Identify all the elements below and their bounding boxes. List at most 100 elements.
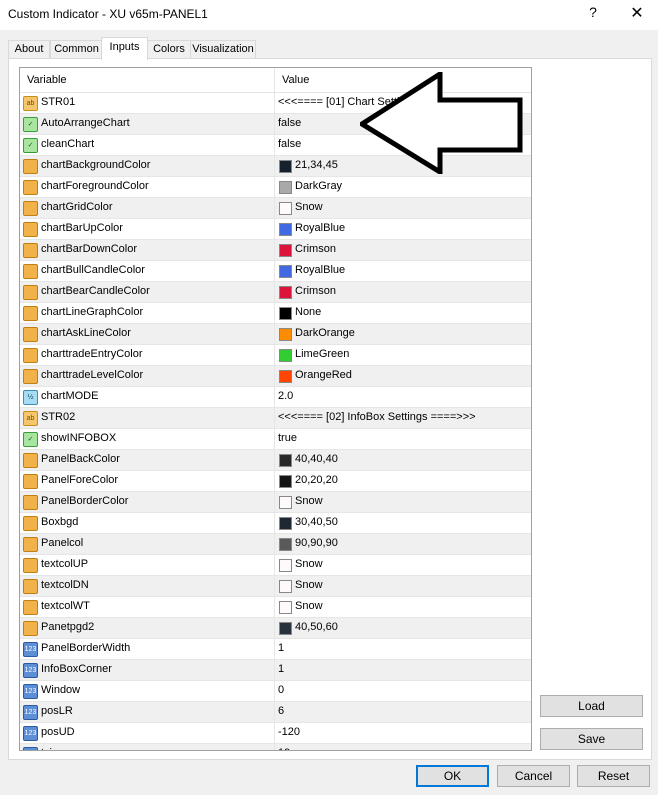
variable-value[interactable]: Snow (295, 201, 323, 213)
variable-value[interactable]: 0 (278, 684, 284, 696)
load-button[interactable]: Load (540, 695, 643, 717)
variable-value[interactable]: OrangeRed (295, 369, 352, 381)
table-row[interactable]: textcolUP Snow (20, 555, 531, 576)
color-swatch[interactable] (279, 580, 292, 593)
table-row[interactable]: chartBullCandleColor RoyalBlue (20, 261, 531, 282)
color-swatch[interactable] (279, 601, 292, 614)
table-row[interactable]: 123 Window 0 (20, 681, 531, 702)
color-swatch[interactable] (279, 622, 292, 635)
close-icon[interactable]: ✕ (628, 3, 646, 23)
variable-value[interactable]: 1 (278, 642, 284, 654)
table-row[interactable]: 123tsize 19 (20, 744, 531, 750)
table-row[interactable]: chartBearCandleColor Crimson (20, 282, 531, 303)
variable-value[interactable]: RoyalBlue (295, 222, 345, 234)
table-row[interactable]: charttradeEntryColor LimeGreen (20, 345, 531, 366)
variable-value[interactable]: <<<==== [02] InfoBox Settings ====>>> (278, 411, 476, 423)
table-row[interactable]: PanelBackColor 40,40,40 (20, 450, 531, 471)
variable-value[interactable]: Crimson (295, 243, 336, 255)
tab-visualization[interactable]: Visualization (190, 40, 256, 59)
table-row[interactable]: textcolWT Snow (20, 597, 531, 618)
variable-value[interactable]: -120 (278, 726, 300, 738)
tab-common[interactable]: Common (50, 40, 103, 59)
table-row[interactable]: ab STR02 <<<==== [02] InfoBox Settings ===… (20, 408, 531, 429)
variable-value[interactable]: 20,20,20 (295, 474, 338, 486)
variable-value[interactable]: Snow (295, 600, 323, 612)
table-row[interactable]: chartAskLineColor DarkOrange (20, 324, 531, 345)
tab-about[interactable]: About (8, 40, 50, 59)
color-swatch[interactable] (279, 160, 292, 173)
variable-value[interactable]: DarkOrange (295, 327, 355, 339)
table-row[interactable]: 123 InfoBoxCorner 1 (20, 660, 531, 681)
column-header-value[interactable]: Value (282, 74, 309, 86)
variable-value[interactable]: RoyalBlue (295, 264, 345, 276)
variable-value[interactable]: 90,90,90 (295, 537, 338, 549)
help-icon[interactable]: ? (584, 4, 602, 20)
variable-value[interactable]: true (278, 432, 297, 444)
color-swatch[interactable] (279, 370, 292, 383)
cell-divider (274, 744, 275, 750)
color-swatch[interactable] (279, 538, 292, 551)
table-row[interactable]: 123 posUD -120 (20, 723, 531, 744)
variable-value[interactable]: 6 (278, 705, 284, 717)
table-row[interactable]: PanelBorderColor Snow (20, 492, 531, 513)
variable-value[interactable]: 21,34,45 (295, 159, 338, 171)
color-type-icon (23, 369, 38, 384)
color-swatch[interactable] (279, 328, 292, 341)
table-row[interactable]: chartForegroundColor DarkGray (20, 177, 531, 198)
table-row[interactable]: chartGridColor Snow (20, 198, 531, 219)
table-row[interactable]: chartBarUpColor RoyalBlue (20, 219, 531, 240)
color-swatch[interactable] (279, 265, 292, 278)
reset-button[interactable]: Reset (577, 765, 650, 787)
color-swatch[interactable] (279, 349, 292, 362)
color-swatch[interactable] (279, 475, 292, 488)
table-row[interactable]: chartLineGraphColor None (20, 303, 531, 324)
tab-colors[interactable]: Colors (147, 40, 191, 59)
table-row[interactable]: Boxbgd 30,40,50 (20, 513, 531, 534)
column-header-variable[interactable]: Variable (27, 74, 67, 86)
table-row[interactable]: ✓ showINFOBOX true (20, 429, 531, 450)
table-row[interactable]: charttradeLevelColor OrangeRed (20, 366, 531, 387)
save-button[interactable]: Save (540, 728, 643, 750)
color-swatch[interactable] (279, 496, 292, 509)
variable-value[interactable]: 40,50,60 (295, 621, 338, 633)
color-swatch[interactable] (279, 307, 292, 320)
color-swatch[interactable] (279, 517, 292, 530)
variable-value[interactable]: 19 (278, 747, 290, 750)
color-swatch[interactable] (279, 223, 292, 236)
color-swatch[interactable] (279, 559, 292, 572)
variable-value[interactable]: Snow (295, 495, 323, 507)
cancel-button[interactable]: Cancel (497, 765, 570, 787)
table-row[interactable]: Panelcol 90,90,90 (20, 534, 531, 555)
variable-name: chartLineGraphColor (41, 306, 144, 318)
variable-value[interactable]: 40,40,40 (295, 453, 338, 465)
table-row[interactable]: chartBarDownColor Crimson (20, 240, 531, 261)
variable-value[interactable]: false (278, 138, 301, 150)
color-swatch[interactable] (279, 244, 292, 257)
variable-value[interactable]: false (278, 117, 301, 129)
table-row[interactable]: Panetpgd2 40,50,60 (20, 618, 531, 639)
integer-type-icon: 123 (23, 642, 38, 657)
color-type-icon (23, 495, 38, 510)
variable-value[interactable]: 2.0 (278, 390, 293, 402)
tab-inputs[interactable]: Inputs (101, 37, 148, 60)
variable-value[interactable]: LimeGreen (295, 348, 349, 360)
table-row[interactable]: 123 PanelBorderWidth 1 (20, 639, 531, 660)
ok-button[interactable]: OK (416, 765, 489, 787)
variable-value[interactable]: 30,40,50 (295, 516, 338, 528)
table-row[interactable]: ½ chartMODE 2.0 (20, 387, 531, 408)
color-swatch[interactable] (279, 202, 292, 215)
table-row[interactable]: textcolDN Snow (20, 576, 531, 597)
table-row[interactable]: PanelForeColor 20,20,20 (20, 471, 531, 492)
variable-value[interactable]: Crimson (295, 285, 336, 297)
column-divider[interactable] (274, 68, 275, 92)
variable-value[interactable]: 1 (278, 663, 284, 675)
variable-value[interactable]: None (295, 306, 321, 318)
variable-name: chartAskLineColor (41, 327, 131, 339)
color-swatch[interactable] (279, 286, 292, 299)
table-row[interactable]: 123 posLR 6 (20, 702, 531, 723)
color-swatch[interactable] (279, 454, 292, 467)
variable-value[interactable]: Snow (295, 579, 323, 591)
variable-value[interactable]: Snow (295, 558, 323, 570)
variable-value[interactable]: DarkGray (295, 180, 342, 192)
color-swatch[interactable] (279, 181, 292, 194)
